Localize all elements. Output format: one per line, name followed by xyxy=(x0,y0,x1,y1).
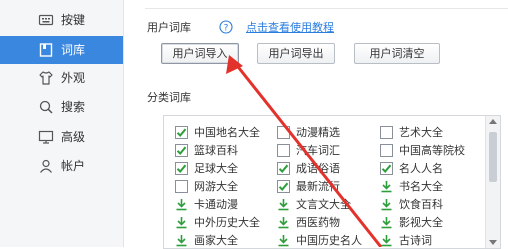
category-item[interactable]: 书名大全 xyxy=(380,178,443,194)
category-item[interactable]: 艺术大全 xyxy=(380,124,443,140)
category-item[interactable]: 中外历史大全 xyxy=(175,214,260,230)
download-icon[interactable] xyxy=(380,180,393,193)
import-user-words-button[interactable]: 用户词导入 xyxy=(161,43,239,64)
checked-checkbox-icon[interactable] xyxy=(175,125,188,139)
category-item-label: 动漫精选 xyxy=(296,126,340,139)
sidebar-item-account[interactable]: 帐户 xyxy=(0,152,123,180)
category-item[interactable]: 饮食百科 xyxy=(380,196,443,212)
download-icon[interactable] xyxy=(380,198,393,211)
download-icon[interactable] xyxy=(380,216,393,229)
category-item-label: 西医药物 xyxy=(296,216,340,229)
download-icon[interactable] xyxy=(277,216,290,229)
download-icon[interactable] xyxy=(380,234,393,247)
tutorial-link[interactable]: 点击查看使用教程 xyxy=(246,21,334,35)
scrollbar[interactable] xyxy=(485,116,500,248)
category-item-label: 文言文大全 xyxy=(296,198,351,211)
category-item-label: 汽车词汇 xyxy=(296,144,340,157)
download-icon[interactable] xyxy=(175,234,188,247)
svg-text:?: ? xyxy=(224,24,229,34)
category-item[interactable]: 画家大全 xyxy=(175,232,238,248)
sidebar-item-label: 外观 xyxy=(61,71,86,85)
category-item[interactable]: 足球大全 xyxy=(175,160,238,176)
category-item-label: 画家大全 xyxy=(194,234,238,247)
category-item-label: 饮食百科 xyxy=(399,198,443,211)
sidebar-item-label: 高级 xyxy=(61,130,86,144)
search-icon xyxy=(38,99,54,115)
category-item-label: 卡通动漫 xyxy=(194,198,238,211)
category-item[interactable]: 文言文大全 xyxy=(277,196,351,212)
category-item[interactable]: 中国历史名人 xyxy=(277,232,362,248)
sidebar: 按键 词库 外观 搜索 高级 帐户 xyxy=(0,0,124,247)
category-item[interactable]: 中国地名大全 xyxy=(175,124,260,140)
category-item[interactable]: 影视大全 xyxy=(380,214,443,230)
download-icon[interactable] xyxy=(175,198,188,211)
monitor-icon xyxy=(38,129,54,145)
category-item[interactable]: 最新流行 xyxy=(277,178,340,194)
sidebar-item-keys[interactable]: 按键 xyxy=(0,6,123,34)
checkbox-icon[interactable] xyxy=(380,125,393,139)
checked-checkbox-icon[interactable] xyxy=(277,161,290,175)
category-item-label: 篮球百科 xyxy=(194,144,238,157)
scroll-up-icon[interactable] xyxy=(489,119,497,124)
category-item-label: 成语俗语 xyxy=(296,162,340,175)
checkbox-icon[interactable] xyxy=(277,125,290,139)
checked-checkbox-icon[interactable] xyxy=(175,143,188,157)
category-item[interactable]: 网游大全 xyxy=(175,178,238,194)
scrollbar-thumb[interactable] xyxy=(489,132,497,182)
category-item-label: 古诗词 xyxy=(399,234,432,247)
category-dict-list: 中国地名大全 动漫精选 艺术大全篮球百科 汽车词汇 中国高等院校足球大全 成语俗语 名人人名… xyxy=(163,115,501,249)
sidebar-item-label: 帐户 xyxy=(61,159,86,173)
settings-content: 用户词库 ? 点击查看使用教程 用户词导入 用户词导出 用户词清空 分类词库 中… xyxy=(123,0,508,249)
user-dict-title: 用户词库 xyxy=(147,21,191,34)
sidebar-item-label: 按键 xyxy=(61,13,86,27)
sidebar-item-label: 词库 xyxy=(61,43,86,57)
sidebar-item-search[interactable]: 搜索 xyxy=(0,93,123,121)
category-item-label: 中国地名大全 xyxy=(194,126,260,139)
sidebar-item-label: 搜索 xyxy=(61,100,86,114)
sidebar-item-appearance[interactable]: 外观 xyxy=(0,64,123,92)
category-item[interactable]: 名人人名 xyxy=(380,160,443,176)
category-item-label: 最新流行 xyxy=(296,180,340,193)
sidebar-item-dictionary[interactable]: 词库 xyxy=(0,36,123,64)
checkbox-icon[interactable] xyxy=(175,179,188,193)
category-item[interactable]: 汽车词汇 xyxy=(277,142,340,158)
download-icon[interactable] xyxy=(277,234,290,247)
checked-checkbox-icon[interactable] xyxy=(277,179,290,193)
category-item-label: 艺术大全 xyxy=(399,126,443,139)
download-icon[interactable] xyxy=(175,216,188,229)
category-item-label: 中国历史名人 xyxy=(296,234,362,247)
export-user-words-button[interactable]: 用户词导出 xyxy=(257,43,335,64)
checkbox-icon[interactable] xyxy=(380,143,393,157)
category-item-label: 影视大全 xyxy=(399,216,443,229)
category-item[interactable]: 成语俗语 xyxy=(277,160,340,176)
category-item[interactable]: 动漫精选 xyxy=(277,124,340,140)
sidebar-item-advanced[interactable]: 高级 xyxy=(0,123,123,151)
category-item-label: 网游大全 xyxy=(194,180,238,193)
help-icon[interactable]: ? xyxy=(219,20,233,34)
book-icon xyxy=(38,42,54,58)
category-item[interactable]: 篮球百科 xyxy=(175,142,238,158)
divider xyxy=(145,8,508,9)
scroll-down-icon[interactable] xyxy=(489,240,497,245)
checkbox-icon[interactable] xyxy=(277,143,290,157)
category-item[interactable]: 古诗词 xyxy=(380,232,432,248)
category-item-label: 名人人名 xyxy=(399,162,443,175)
clear-user-words-button[interactable]: 用户词清空 xyxy=(354,43,440,64)
category-item-label: 中外历史大全 xyxy=(194,216,260,229)
download-icon[interactable] xyxy=(277,198,290,211)
category-item-label: 书名大全 xyxy=(399,180,443,193)
category-item[interactable]: 卡通动漫 xyxy=(175,196,238,212)
checked-checkbox-icon[interactable] xyxy=(175,161,188,175)
category-dict-title: 分类词库 xyxy=(147,91,191,104)
keyboard-icon xyxy=(38,12,54,28)
category-item-label: 中国高等院校 xyxy=(399,144,465,157)
shirt-icon xyxy=(38,70,54,86)
category-item-label: 足球大全 xyxy=(194,162,238,175)
user-icon xyxy=(38,158,54,174)
category-item[interactable]: 西医药物 xyxy=(277,214,340,230)
category-item[interactable]: 中国高等院校 xyxy=(380,142,465,158)
checked-checkbox-icon[interactable] xyxy=(380,161,393,175)
